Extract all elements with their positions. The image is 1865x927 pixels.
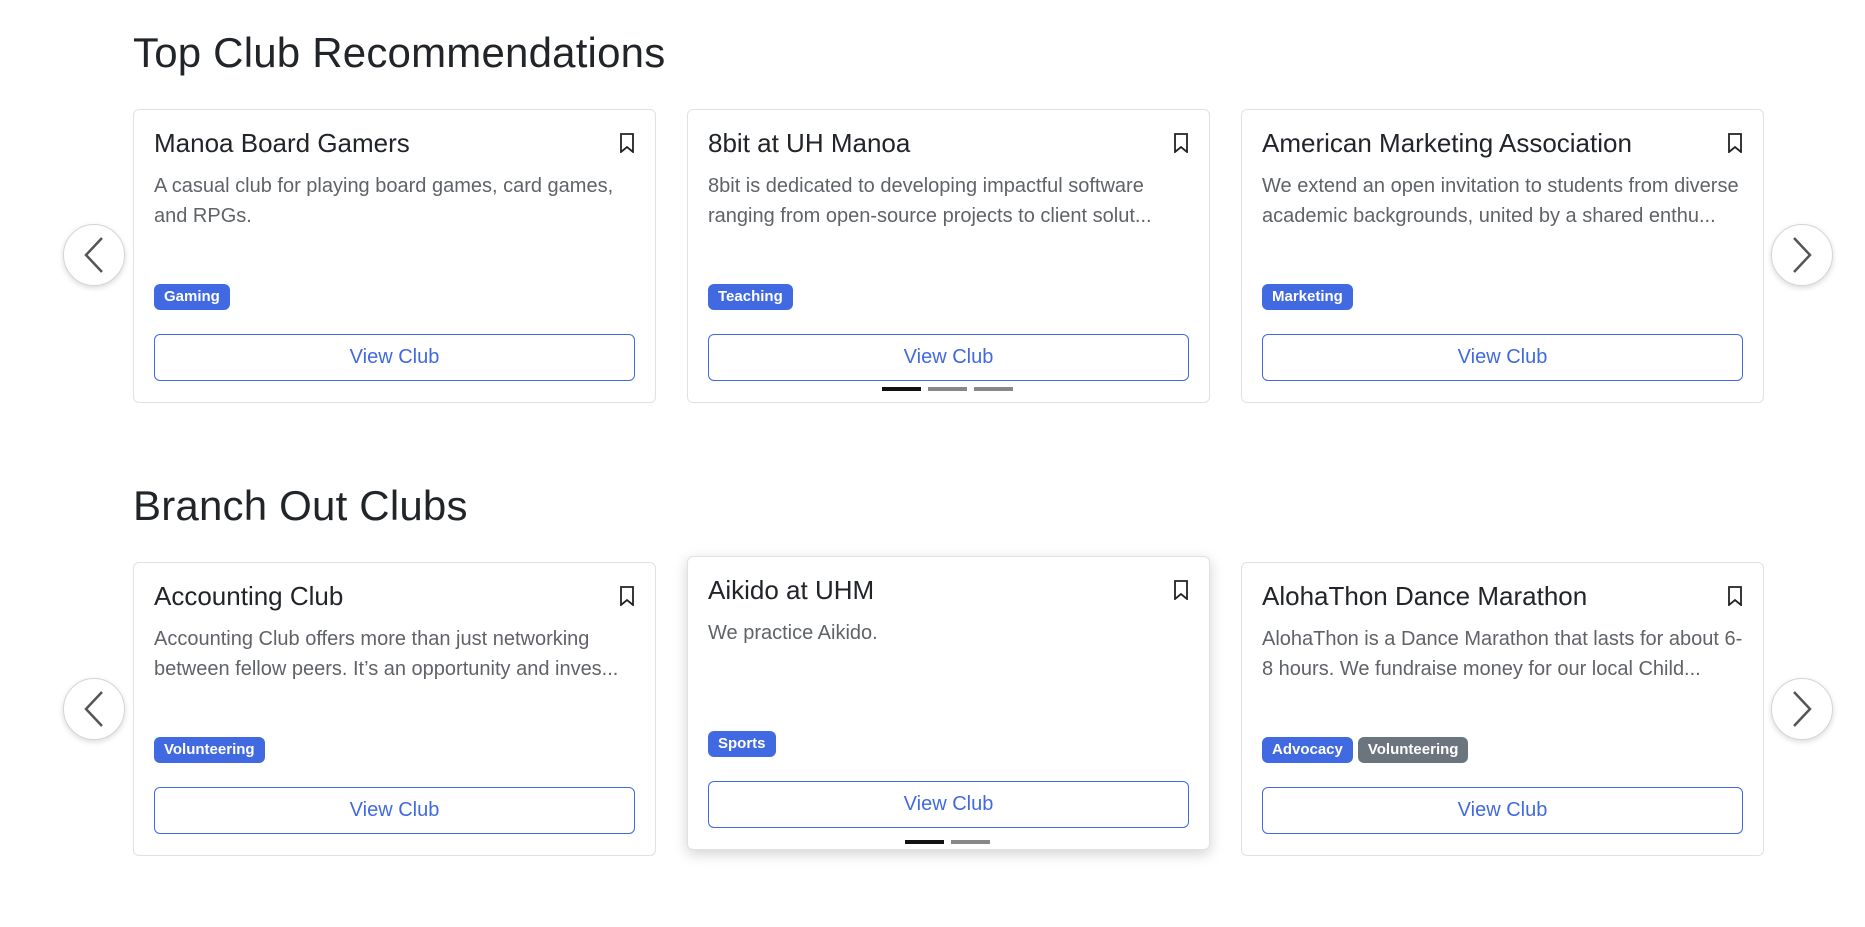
- club-card: AlohaThon Dance Marathon AlohaThon is a …: [1241, 562, 1764, 856]
- bookmark-icon[interactable]: [619, 586, 635, 606]
- club-title: Accounting Club: [154, 581, 344, 611]
- club-card: Aikido at UHM We practice Aikido. Sports…: [687, 556, 1210, 850]
- club-tag: Marketing: [1262, 284, 1353, 310]
- club-description: We practice Aikido.: [708, 622, 878, 644]
- club-title: AlohaThon Dance Marathon: [1262, 581, 1588, 611]
- view-club-button[interactable]: View Club: [708, 334, 1189, 381]
- bookmark-icon[interactable]: [1727, 133, 1743, 153]
- club-card: American Marketing Association We extend…: [1241, 109, 1764, 403]
- club-tags: Gaming: [154, 284, 230, 310]
- chevron-left-icon: [84, 237, 103, 273]
- view-club-button[interactable]: View Club: [1262, 334, 1743, 381]
- club-tag: Gaming: [154, 284, 230, 310]
- club-tags: Advocacy Volunteering: [1262, 737, 1469, 763]
- club-tag: Sports: [708, 731, 776, 757]
- carousel-indicators: [882, 387, 1013, 391]
- carousel-indicator-2[interactable]: [928, 387, 967, 391]
- carousel-indicator-1[interactable]: [905, 840, 944, 844]
- club-description: 8bit is dedicated to developing impactfu…: [708, 175, 1152, 227]
- carousel-indicator-2[interactable]: [951, 840, 990, 844]
- carousel-prev-button[interactable]: [63, 678, 125, 740]
- carousel-next-button[interactable]: [1771, 224, 1833, 286]
- view-club-button[interactable]: View Club: [1262, 787, 1743, 834]
- club-tag: Teaching: [708, 284, 793, 310]
- club-description: A casual club for playing board games, c…: [154, 175, 614, 227]
- club-tags: Sports: [708, 731, 776, 757]
- bookmark-icon[interactable]: [1173, 580, 1189, 600]
- carousel-next-button[interactable]: [1771, 678, 1833, 740]
- club-title: Aikido at UHM: [708, 575, 875, 605]
- bookmark-icon[interactable]: [1173, 133, 1189, 153]
- club-description: AlohaThon is a Dance Marathon that lasts…: [1262, 628, 1743, 680]
- carousel-indicator-1[interactable]: [882, 387, 921, 391]
- view-club-button[interactable]: View Club: [154, 334, 635, 381]
- club-tags: Marketing: [1262, 284, 1353, 310]
- section-title: Top Club Recommendations: [133, 29, 666, 76]
- club-description: Accounting Club offers more than just ne…: [154, 628, 619, 680]
- club-title: American Marketing Association: [1262, 128, 1632, 158]
- chevron-left-icon: [84, 691, 103, 727]
- club-card: 8bit at UH Manoa 8bit is dedicated to de…: [687, 109, 1210, 403]
- club-tag: Advocacy: [1262, 737, 1353, 763]
- club-tags: Volunteering: [154, 737, 265, 763]
- chevron-right-icon: [1793, 237, 1812, 273]
- carousel-indicator-3[interactable]: [974, 387, 1013, 391]
- view-club-button[interactable]: View Club: [708, 781, 1189, 828]
- club-title: 8bit at UH Manoa: [708, 128, 911, 158]
- carousel-prev-button[interactable]: [63, 224, 125, 286]
- carousel-indicators: [905, 840, 990, 844]
- club-title: Manoa Board Gamers: [154, 128, 410, 158]
- branch-out-clubs-section: Branch Out Clubs Accounting Club Account…: [0, 453, 1865, 913]
- club-tag: Volunteering: [154, 737, 265, 763]
- section-title: Branch Out Clubs: [133, 482, 468, 529]
- club-card: Manoa Board Gamers A casual club for pla…: [133, 109, 656, 403]
- view-club-button[interactable]: View Club: [154, 787, 635, 834]
- club-tags: Teaching: [708, 284, 793, 310]
- club-tag: Volunteering: [1357, 737, 1469, 763]
- club-description: We extend an open invitation to students…: [1262, 175, 1739, 227]
- club-card: Accounting Club Accounting Club offers m…: [133, 562, 656, 856]
- bookmark-icon[interactable]: [619, 133, 635, 153]
- top-club-recommendations-section: Top Club Recommendations Manoa Board Gam…: [0, 0, 1865, 420]
- bookmark-icon[interactable]: [1727, 586, 1743, 606]
- chevron-right-icon: [1793, 691, 1812, 727]
